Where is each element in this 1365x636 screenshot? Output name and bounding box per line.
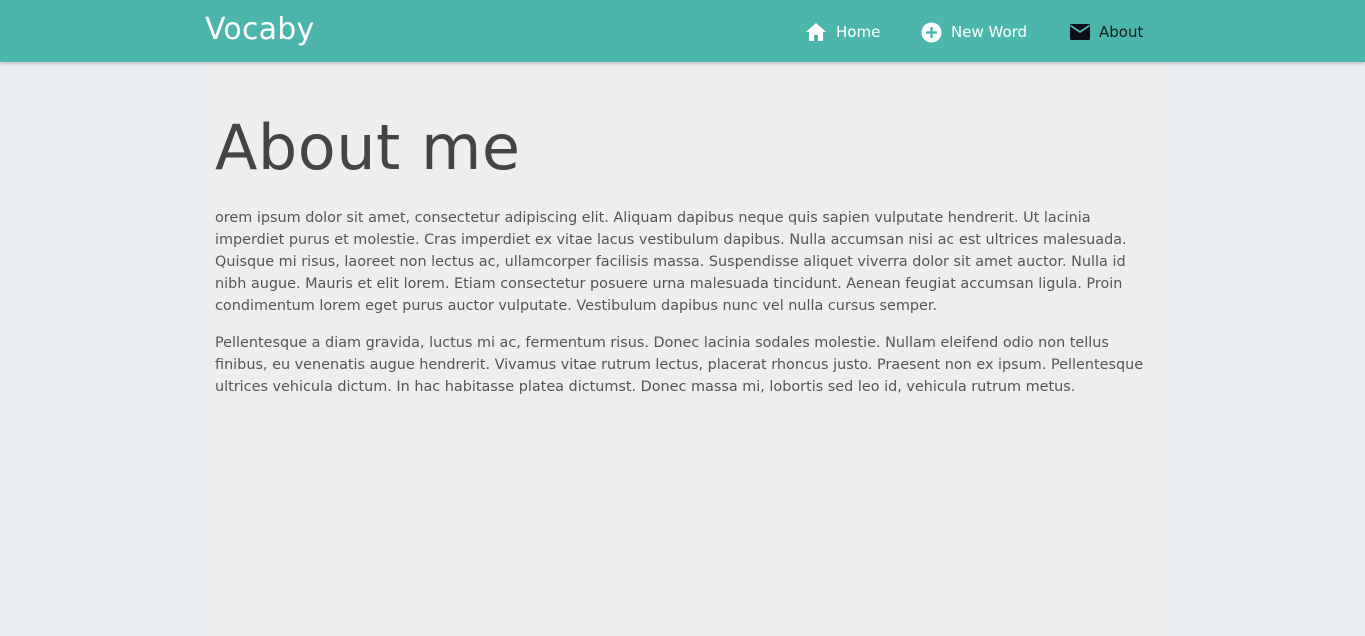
nav-item-new-word[interactable]: New Word	[921, 20, 1027, 44]
add-circle-icon	[921, 22, 942, 43]
top-navbar: Vocaby Home New Word About	[0, 0, 1365, 62]
about-content: About me orem ipsum dolor sit amet, cons…	[205, 62, 1161, 636]
nav-home-label: Home	[836, 23, 881, 41]
mail-icon	[1069, 23, 1091, 41]
about-paragraph: orem ipsum dolor sit amet, consectetur a…	[215, 210, 1127, 314]
about-paragraph: Pellentesque a diam gravida, luctus mi a…	[215, 335, 1144, 395]
nav-item-about[interactable]: About	[1069, 20, 1143, 44]
home-icon	[805, 22, 827, 42]
brand-logo[interactable]: Vocaby	[205, 9, 314, 51]
nav-about-label: About	[1099, 23, 1144, 41]
nav-item-home[interactable]: Home	[805, 20, 880, 44]
nav-new-word-label: New Word	[951, 23, 1028, 41]
page-title: About me	[215, 111, 521, 184]
